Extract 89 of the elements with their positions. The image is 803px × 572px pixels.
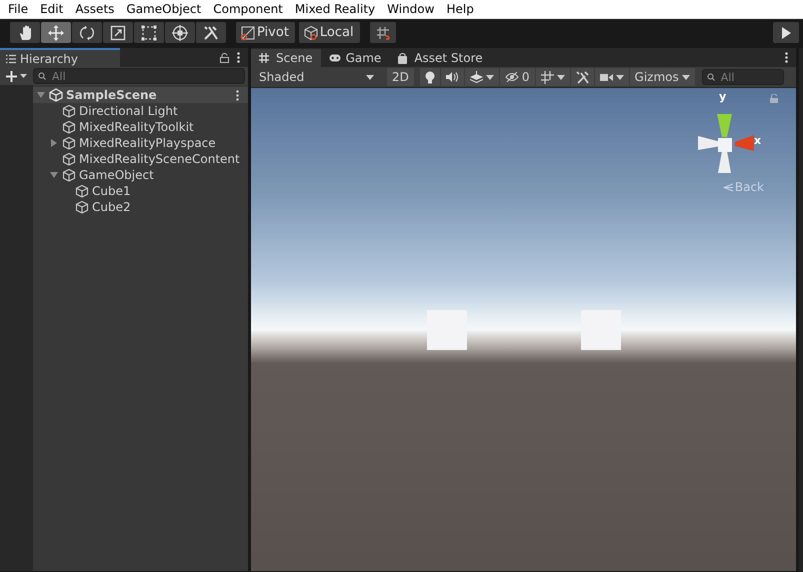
caret-icon xyxy=(486,74,494,80)
caret-icon xyxy=(20,74,27,78)
hierarchy-item[interactable]: MixedRealitySceneContent xyxy=(33,151,248,167)
menu-item[interactable]: Help xyxy=(440,2,480,16)
gizmos-dropdown[interactable]: Gizmos xyxy=(630,68,695,86)
view-tab[interactable]: Game xyxy=(320,49,390,67)
caret-icon xyxy=(366,74,374,80)
caret-icon xyxy=(556,74,565,80)
local-cube-icon xyxy=(302,24,319,40)
hierarchy-item[interactable]: GameObject xyxy=(33,167,248,183)
grid-icon xyxy=(540,70,554,84)
hierarchy-item[interactable]: Cube2 xyxy=(33,199,248,215)
scene-viewport[interactable]: y x Back xyxy=(251,88,796,571)
menu-item[interactable]: Component xyxy=(207,2,289,16)
menu-item[interactable]: Mixed Reality xyxy=(288,2,382,16)
camera-button[interactable] xyxy=(594,68,629,86)
cube-object xyxy=(427,310,467,350)
rect-tool-icon xyxy=(140,24,158,42)
lighting-button[interactable] xyxy=(420,68,440,86)
tool-button[interactable] xyxy=(41,22,71,43)
speaker-icon xyxy=(446,72,459,82)
search-icon xyxy=(706,73,717,81)
scene-row[interactable]: SampleScene xyxy=(33,87,248,103)
lock-icon xyxy=(770,94,778,103)
local-button[interactable]: Local xyxy=(298,22,360,43)
tool-button[interactable] xyxy=(165,22,195,43)
caret-icon xyxy=(682,74,690,80)
grid-snap-button[interactable] xyxy=(370,22,396,43)
cube-icon xyxy=(75,200,89,214)
hierarchy-item[interactable]: MixedRealityToolkit xyxy=(33,119,248,135)
pivot-icon xyxy=(240,24,256,40)
cube-icon xyxy=(62,152,76,166)
rotate-icon xyxy=(78,24,96,42)
plus-icon xyxy=(6,70,17,82)
play-icon xyxy=(781,26,791,38)
video-camera-icon xyxy=(600,72,613,82)
menu-item[interactable]: File xyxy=(2,2,34,16)
x-axis-label: x xyxy=(754,134,762,147)
cube-icon xyxy=(62,120,76,134)
tools-button[interactable] xyxy=(570,68,594,86)
scale-icon xyxy=(109,24,127,42)
tools-icon xyxy=(202,24,220,42)
cube-icon xyxy=(62,168,76,182)
more-options-icon xyxy=(785,52,788,63)
add-button[interactable] xyxy=(6,70,27,82)
cube-icon xyxy=(75,184,89,198)
menu-item[interactable]: GameObject xyxy=(120,2,208,16)
menu-item[interactable]: Assets xyxy=(69,2,120,16)
hash-icon xyxy=(259,52,271,64)
grid-button[interactable] xyxy=(536,68,570,86)
menu-item[interactable]: Window xyxy=(381,2,440,16)
tool-button[interactable] xyxy=(134,22,164,43)
cube-object xyxy=(581,310,621,350)
lock-icon xyxy=(220,52,229,62)
more-options-icon xyxy=(236,90,239,100)
hidden-objects-button[interactable]: 0 xyxy=(500,68,535,86)
transform-icon xyxy=(171,24,189,42)
y-axis-label: y xyxy=(719,90,726,103)
light-bulb-icon xyxy=(424,70,435,84)
hierarchy-item[interactable]: Cube1 xyxy=(33,183,248,199)
hierarchy-item[interactable]: MixedRealityPlayspace xyxy=(33,135,248,151)
layers-icon xyxy=(470,71,483,83)
effects-button[interactable] xyxy=(464,68,499,86)
shopping-bag-icon xyxy=(397,52,410,64)
tool-button[interactable] xyxy=(72,22,102,43)
back-arrow-icon xyxy=(722,182,733,192)
menu-item[interactable]: Edit xyxy=(34,2,70,16)
2d-toggle-button[interactable]: 2D xyxy=(387,68,414,86)
view-tab[interactable]: Asset Store xyxy=(389,49,491,67)
move-arrows-icon xyxy=(47,24,65,42)
hidden-eye-icon xyxy=(504,72,519,82)
play-button[interactable] xyxy=(773,22,799,43)
list-icon xyxy=(6,54,16,64)
search-icon xyxy=(38,72,48,80)
hierarchy-item[interactable]: Directional Light xyxy=(33,103,248,119)
cube-icon xyxy=(62,136,76,150)
tool-button[interactable] xyxy=(10,22,40,43)
hierarchy-tab[interactable]: Hierarchy xyxy=(0,48,120,67)
tools-icon xyxy=(576,70,589,84)
grid-snap-icon xyxy=(374,24,391,40)
caret-icon xyxy=(616,74,624,80)
gamepad-icon xyxy=(328,52,341,64)
tool-button[interactable] xyxy=(196,22,226,43)
more-options-icon xyxy=(237,52,240,63)
tool-button[interactable] xyxy=(103,22,133,43)
cube-icon xyxy=(62,104,76,118)
view-tab[interactable]: Scene xyxy=(251,49,321,67)
pivot-button[interactable]: Pivot xyxy=(236,22,295,43)
audio-button[interactable] xyxy=(440,68,464,86)
